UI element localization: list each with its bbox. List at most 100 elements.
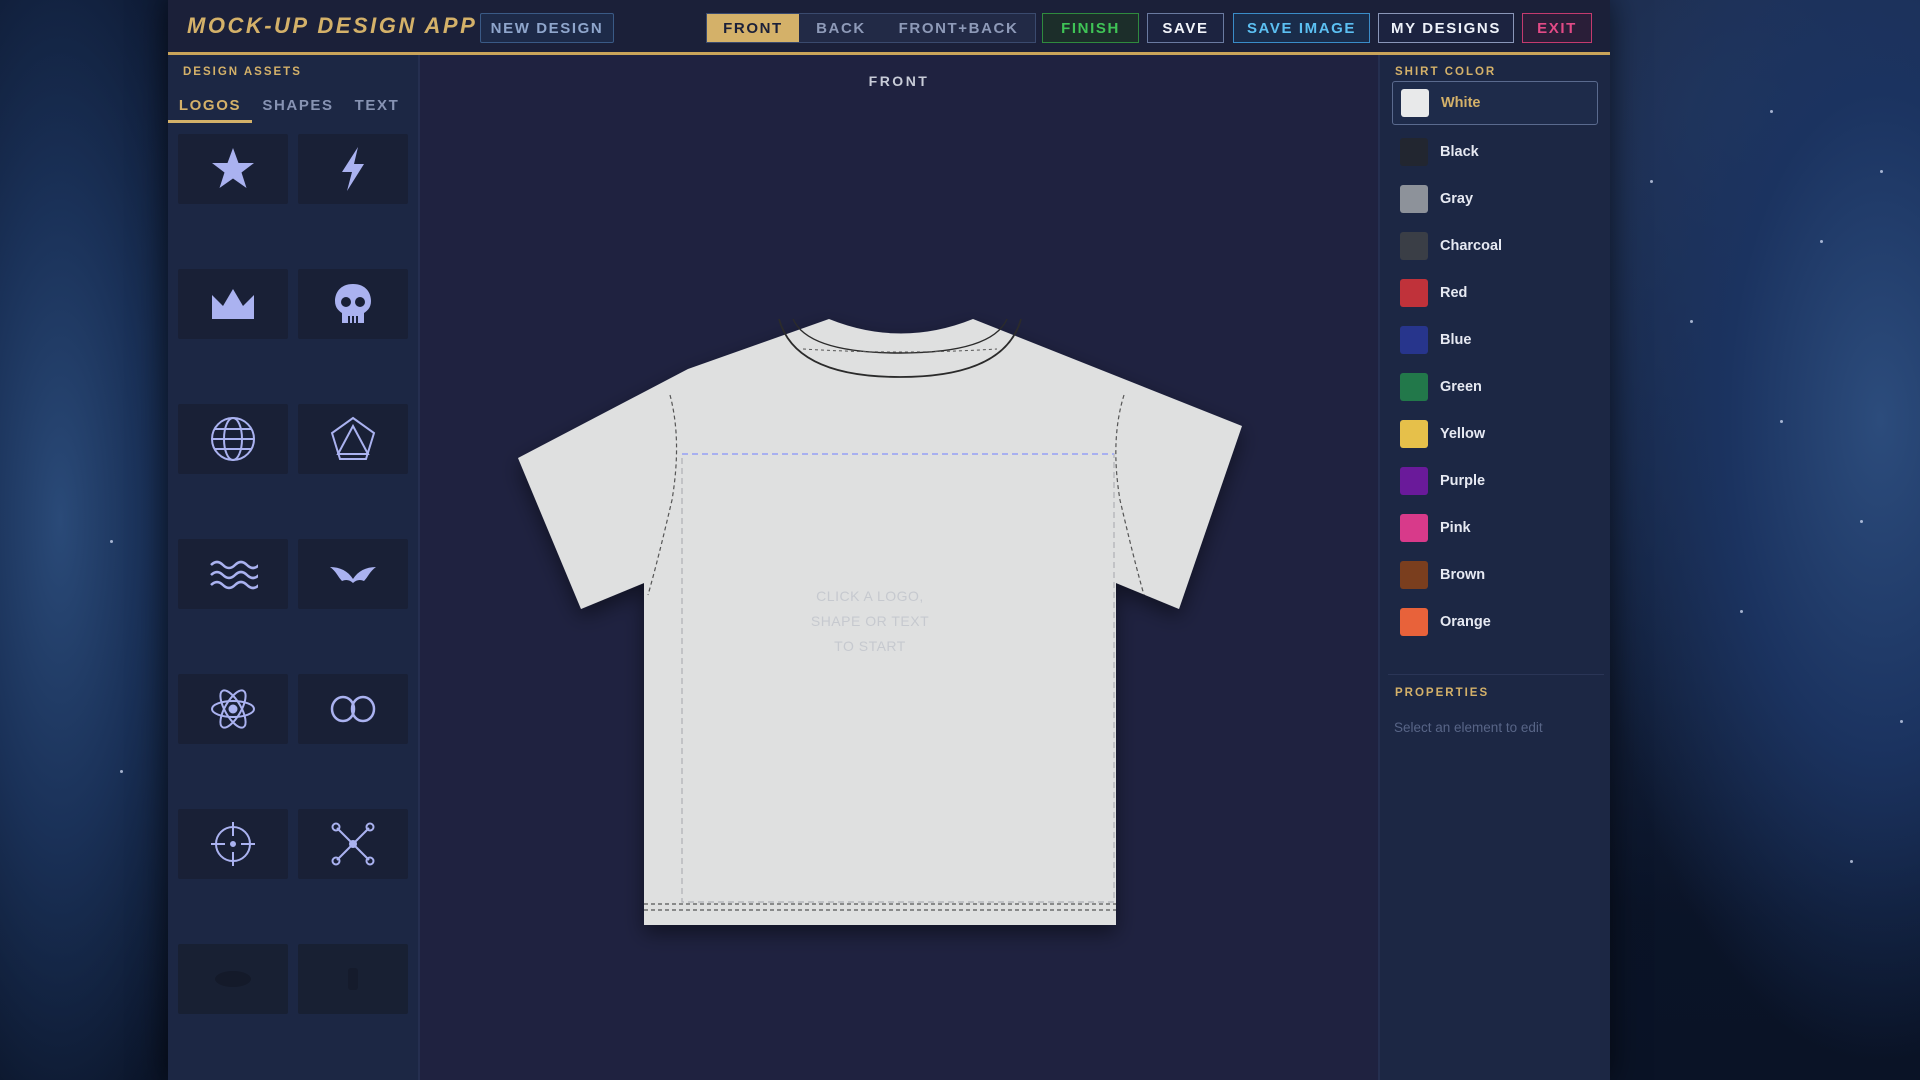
color-swatch xyxy=(1400,232,1428,260)
color-name: Black xyxy=(1440,144,1479,160)
background-star xyxy=(1690,320,1693,323)
background-star xyxy=(1850,860,1853,863)
background-star xyxy=(1820,240,1823,243)
skull-icon xyxy=(335,284,371,323)
finish-button[interactable]: FINISH xyxy=(1042,13,1139,43)
shirt-color-label: SHIRT COLOR xyxy=(1395,66,1497,78)
canvas-hint: CLICK A LOGO, SHAPE OR TEXT TO START xyxy=(760,584,980,659)
color-swatch xyxy=(1400,138,1428,166)
logo-tile-dim-1[interactable] xyxy=(178,944,288,1014)
infinity-icon xyxy=(330,695,376,723)
color-name: Red xyxy=(1440,285,1468,301)
pentagon-icon xyxy=(330,416,376,460)
color-option-green[interactable]: Green xyxy=(1392,365,1598,409)
color-option-brown[interactable]: Brown xyxy=(1392,553,1598,597)
color-option-purple[interactable]: Purple xyxy=(1392,459,1598,503)
logo-tile-waves[interactable] xyxy=(178,539,288,609)
app-window: MOCK-UP DESIGN APP NEW DESIGN FRONT BACK… xyxy=(168,0,1610,1080)
tab-text[interactable]: TEXT xyxy=(344,93,410,123)
background-star xyxy=(1740,610,1743,613)
crown-icon xyxy=(212,289,254,319)
canvas-hint-line: CLICK A LOGO, xyxy=(816,588,924,604)
color-option-orange[interactable]: Orange xyxy=(1392,600,1598,644)
tab-shapes[interactable]: SHAPES xyxy=(254,93,342,123)
background-star xyxy=(1650,180,1653,183)
shirt-color-panel: SHIRT COLOR White Black Gray Charcoal Red Blu… xyxy=(1378,55,1610,1080)
color-name: Orange xyxy=(1440,614,1491,630)
color-option-red[interactable]: Red xyxy=(1392,271,1598,315)
view-front-back-button[interactable]: FRONT+BACK xyxy=(883,14,1034,42)
panel-divider xyxy=(1388,674,1604,675)
color-option-gray[interactable]: Gray xyxy=(1392,177,1598,221)
color-swatch xyxy=(1400,279,1428,307)
color-name: Purple xyxy=(1440,473,1486,489)
design-canvas[interactable]: FRONT CLICK A LOGO, SHAPE OR TEXT TO STA… xyxy=(420,55,1378,1080)
properties-label: PROPERTIES xyxy=(1395,687,1490,699)
background-star xyxy=(1900,720,1903,723)
wings-icon xyxy=(330,567,376,583)
color-option-charcoal[interactable]: Charcoal xyxy=(1392,224,1598,268)
color-swatch xyxy=(1400,185,1428,213)
atom-icon xyxy=(211,689,255,729)
globe-icon xyxy=(211,417,255,461)
logo-tile-dim-2[interactable] xyxy=(298,944,408,1014)
logo-tile-crown[interactable] xyxy=(178,269,288,339)
my-designs-button[interactable]: MY DESIGNS xyxy=(1378,13,1514,43)
logo-tile-pentagon[interactable] xyxy=(298,404,408,474)
color-option-white[interactable]: White xyxy=(1392,81,1598,125)
canvas-hint-line: TO START xyxy=(834,638,906,654)
color-swatch xyxy=(1400,514,1428,542)
app-title: MOCK-UP DESIGN APP xyxy=(187,13,478,38)
exit-button[interactable]: EXIT xyxy=(1522,13,1592,43)
color-option-yellow[interactable]: Yellow xyxy=(1392,412,1598,456)
background-star xyxy=(120,770,123,773)
view-back-button[interactable]: BACK xyxy=(799,14,883,42)
logo-tile-lightning[interactable] xyxy=(298,134,408,204)
tshirt-mockup[interactable] xyxy=(420,55,1378,1080)
color-name: Gray xyxy=(1440,191,1474,207)
logo-tile-globe[interactable] xyxy=(178,404,288,474)
crosshair-icon xyxy=(211,822,255,866)
color-option-black[interactable]: Black xyxy=(1392,130,1598,174)
background-star xyxy=(1780,420,1783,423)
color-name: Blue xyxy=(1440,332,1472,348)
background-star xyxy=(1880,170,1883,173)
design-assets-panel: DESIGN ASSETS LOGOS SHAPES TEXT xyxy=(168,55,420,1080)
asset-tabs: LOGOS SHAPES TEXT xyxy=(168,93,420,123)
color-name: Brown xyxy=(1440,567,1486,583)
view-front-button[interactable]: FRONT xyxy=(707,14,799,42)
view-switcher: FRONT BACK FRONT+BACK xyxy=(706,13,1036,43)
color-option-blue[interactable]: Blue xyxy=(1392,318,1598,362)
waves-icon xyxy=(210,560,258,590)
logo-tile-crosshair[interactable] xyxy=(178,809,288,879)
logo-tile-atom[interactable] xyxy=(178,674,288,744)
dim-figure-icon xyxy=(348,968,358,990)
properties-hint: Select an element to edit xyxy=(1394,720,1543,735)
star-icon xyxy=(212,148,254,188)
design-assets-label: DESIGN ASSETS xyxy=(183,66,302,78)
color-name: Yellow xyxy=(1440,426,1486,442)
color-swatch xyxy=(1400,561,1428,589)
background-star xyxy=(1770,110,1773,113)
new-design-button[interactable]: NEW DESIGN xyxy=(480,13,614,43)
color-swatch xyxy=(1400,326,1428,354)
logo-tile-crossbones[interactable] xyxy=(298,809,408,879)
background-star xyxy=(1860,520,1863,523)
color-swatch xyxy=(1400,467,1428,495)
color-swatch xyxy=(1401,89,1429,117)
save-image-button[interactable]: SAVE IMAGE xyxy=(1233,13,1370,43)
logo-tile-star[interactable] xyxy=(178,134,288,204)
color-name: White xyxy=(1441,95,1481,111)
logo-tile-infinity[interactable] xyxy=(298,674,408,744)
color-swatch xyxy=(1400,608,1428,636)
color-swatch xyxy=(1400,420,1428,448)
background-star xyxy=(110,540,113,543)
tab-logos[interactable]: LOGOS xyxy=(168,93,252,123)
color-option-pink[interactable]: Pink xyxy=(1392,506,1598,550)
color-name: Pink xyxy=(1440,520,1471,536)
logo-tile-wings[interactable] xyxy=(298,539,408,609)
save-button[interactable]: SAVE xyxy=(1147,13,1224,43)
crossbones-icon xyxy=(331,822,375,866)
color-swatch xyxy=(1400,373,1428,401)
logo-tile-skull[interactable] xyxy=(298,269,408,339)
